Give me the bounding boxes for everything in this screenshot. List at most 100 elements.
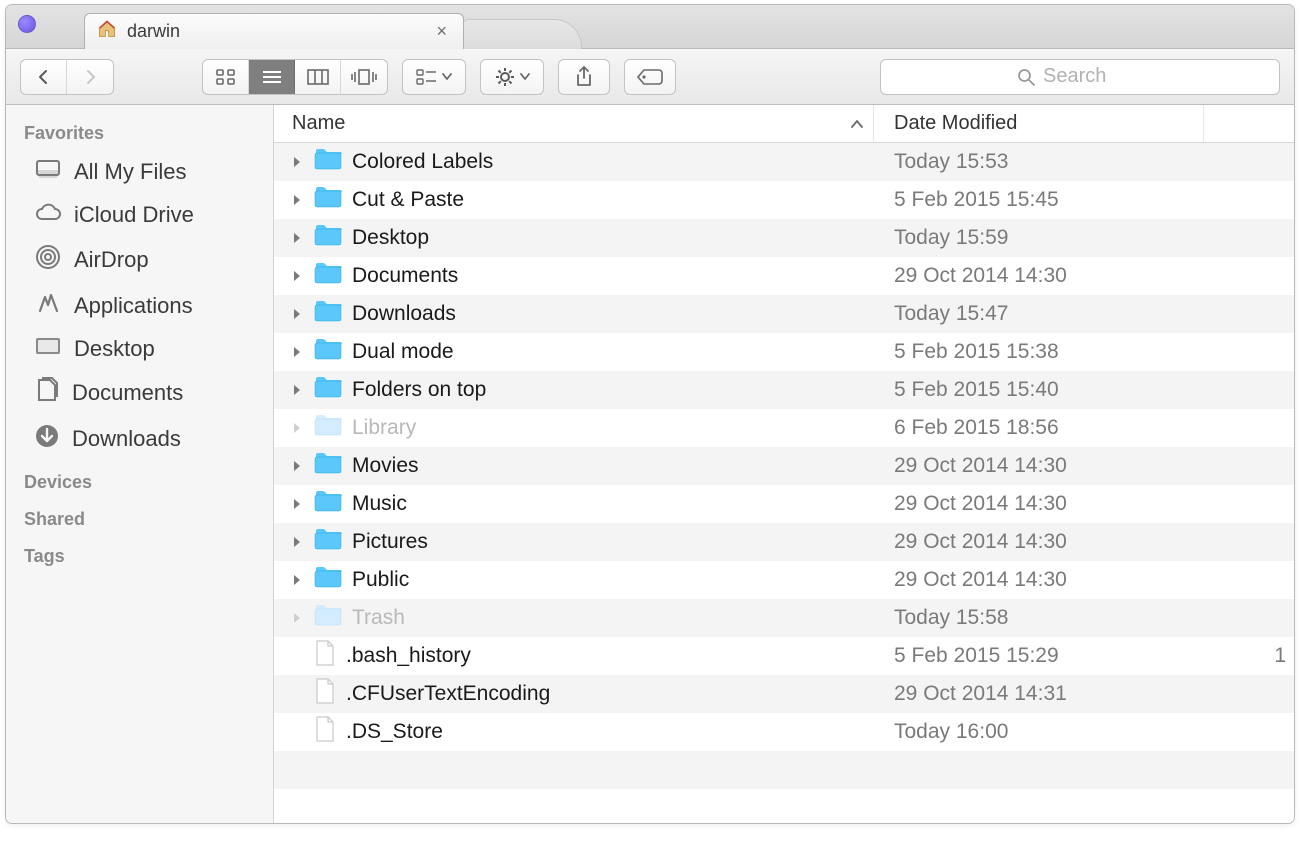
folder-icon: [314, 262, 342, 290]
file-row[interactable]: Movies29 Oct 2014 14:30: [274, 447, 1294, 485]
file-row[interactable]: DownloadsToday 15:47: [274, 295, 1294, 333]
disclosure-triangle-icon[interactable]: [290, 232, 304, 244]
row-date-cell: 29 Oct 2014 14:30: [874, 568, 1204, 592]
sidebar-heading-devices[interactable]: Devices: [6, 462, 273, 499]
forward-button[interactable]: [67, 60, 113, 94]
row-date-cell: Today 16:00: [874, 720, 1204, 744]
view-icons-button[interactable]: [203, 60, 249, 94]
tag-icon: [637, 68, 663, 86]
folder-icon: [314, 338, 342, 366]
file-row[interactable]: Documents29 Oct 2014 14:30: [274, 257, 1294, 295]
sidebar: Favorites All My FilesiCloud DriveAirDro…: [6, 105, 274, 823]
file-row[interactable]: Pictures29 Oct 2014 14:30: [274, 523, 1294, 561]
disclosure-triangle-icon[interactable]: [290, 460, 304, 472]
sidebar-heading-tags[interactable]: Tags: [6, 536, 273, 573]
file-row[interactable]: Music29 Oct 2014 14:30: [274, 485, 1294, 523]
nav-buttons: [20, 59, 114, 95]
disclosure-triangle-icon[interactable]: [290, 194, 304, 206]
row-name-label: Documents: [352, 264, 458, 288]
column-header-date-label: Date Modified: [894, 112, 1017, 135]
sidebar-item-label: iCloud Drive: [74, 202, 194, 228]
row-name-cell: .DS_Store: [274, 716, 874, 748]
row-name-cell: Dual mode: [274, 338, 874, 366]
file-rows[interactable]: Colored LabelsToday 15:53 Cut & Paste5 F…: [274, 143, 1294, 823]
disclosure-triangle-icon[interactable]: [290, 308, 304, 320]
empty-row: [274, 789, 1294, 823]
sidebar-item-all-my-files[interactable]: All My Files: [6, 150, 273, 194]
empty-row: [274, 751, 1294, 789]
file-row[interactable]: DesktopToday 15:59: [274, 219, 1294, 257]
file-row[interactable]: .bash_history5 Feb 2015 15:291: [274, 637, 1294, 675]
sidebar-item-label: Documents: [72, 380, 183, 406]
view-coverflow-button[interactable]: [341, 60, 387, 94]
share-button[interactable]: [559, 60, 609, 94]
folder-icon: [314, 490, 342, 518]
share-icon: [575, 66, 593, 88]
disclosure-triangle-icon[interactable]: [290, 536, 304, 548]
sidebar-item-downloads[interactable]: Downloads: [6, 416, 273, 462]
file-row[interactable]: .CFUserTextEncoding29 Oct 2014 14:31: [274, 675, 1294, 713]
folder-icon: [314, 148, 342, 176]
sidebar-item-label: Downloads: [72, 426, 181, 452]
documents-icon: [34, 377, 60, 409]
file-row[interactable]: Dual mode 5 Feb 2015 15:38: [274, 333, 1294, 371]
file-list-area: Name Date Modified Colored LabelsToday 1…: [274, 105, 1294, 823]
arrange-button[interactable]: [403, 60, 465, 94]
row-date-cell: 5 Feb 2015 15:38: [874, 340, 1204, 364]
file-row[interactable]: Cut & Paste5 Feb 2015 15:45: [274, 181, 1294, 219]
sidebar-item-desktop[interactable]: Desktop: [6, 328, 273, 370]
row-name-cell: Documents: [274, 262, 874, 290]
file-icon: [314, 678, 336, 710]
row-name-label: Dual mode: [352, 340, 454, 364]
back-button[interactable]: [21, 60, 67, 94]
row-name-cell: Desktop: [274, 224, 874, 252]
search-input[interactable]: [1043, 65, 1143, 88]
tab-close-button[interactable]: ×: [432, 21, 451, 42]
applications-icon: [34, 291, 62, 321]
disclosure-triangle-icon[interactable]: [290, 270, 304, 282]
disclosure-triangle-icon[interactable]: [290, 612, 304, 624]
search-icon: [1017, 68, 1035, 86]
file-row[interactable]: .DS_StoreToday 16:00: [274, 713, 1294, 751]
view-columns-button[interactable]: [295, 60, 341, 94]
new-tab-button[interactable]: [462, 19, 582, 49]
file-row[interactable]: Library6 Feb 2015 18:56: [274, 409, 1294, 447]
folder-icon: [314, 604, 342, 632]
row-date-cell: 5 Feb 2015 15:40: [874, 378, 1204, 402]
file-row[interactable]: Colored LabelsToday 15:53: [274, 143, 1294, 181]
disclosure-triangle-icon[interactable]: [290, 156, 304, 168]
sidebar-heading-shared[interactable]: Shared: [6, 499, 273, 536]
home-icon: [97, 19, 117, 44]
tags-button[interactable]: [625, 60, 675, 94]
column-headers: Name Date Modified: [274, 105, 1294, 143]
row-name-cell: Public: [274, 566, 874, 594]
row-name-cell: Pictures: [274, 528, 874, 556]
sidebar-item-applications[interactable]: Applications: [6, 284, 273, 328]
column-header-name[interactable]: Name: [274, 105, 874, 142]
disclosure-triangle-icon[interactable]: [290, 574, 304, 586]
row-date-cell: 5 Feb 2015 15:29: [874, 644, 1204, 668]
sidebar-item-documents[interactable]: Documents: [6, 370, 273, 416]
disclosure-triangle-icon[interactable]: [290, 498, 304, 510]
file-row[interactable]: Folders on top 5 Feb 2015 15:40: [274, 371, 1294, 409]
action-button[interactable]: [481, 60, 543, 94]
disclosure-triangle-icon[interactable]: [290, 422, 304, 434]
file-row[interactable]: Public29 Oct 2014 14:30: [274, 561, 1294, 599]
row-name-cell: Library: [274, 414, 874, 442]
sidebar-item-icloud[interactable]: iCloud Drive: [6, 194, 273, 236]
sidebar-item-airdrop[interactable]: AirDrop: [6, 236, 273, 284]
file-icon: [314, 716, 336, 748]
file-row[interactable]: TrashToday 15:58: [274, 599, 1294, 637]
row-name-label: Folders on top: [352, 378, 486, 402]
arrange-button-group: [402, 59, 466, 95]
disclosure-triangle-icon[interactable]: [290, 384, 304, 396]
active-tab[interactable]: darwin ×: [84, 13, 464, 49]
folder-icon: [314, 528, 342, 556]
view-list-button[interactable]: [249, 60, 295, 94]
column-header-date[interactable]: Date Modified: [874, 105, 1204, 142]
search-box[interactable]: [880, 59, 1280, 95]
row-name-label: Desktop: [352, 226, 429, 250]
disclosure-triangle-icon[interactable]: [290, 346, 304, 358]
window-control-dot[interactable]: [18, 15, 36, 33]
gear-icon: [494, 67, 516, 87]
